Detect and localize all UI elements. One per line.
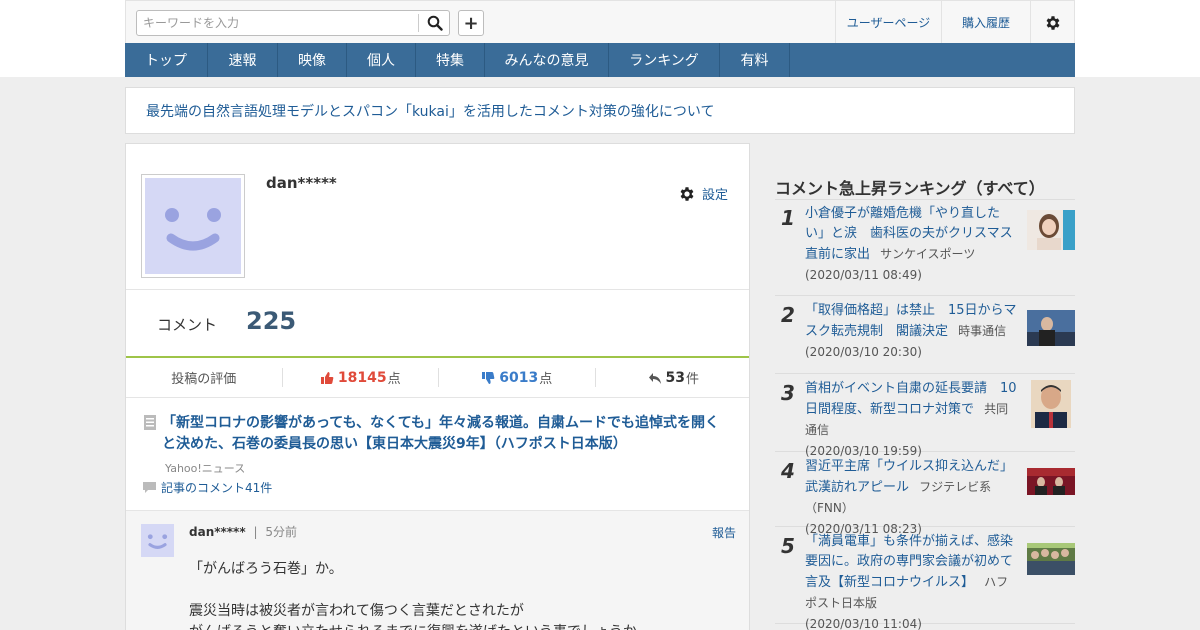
ranking-link[interactable]: 「満員電車」も条件が揃えば、感染要因に。政府の専門家会議が初めて言及【新型コロナ… [805, 532, 1019, 630]
article-block: 「新型コロナの影響があっても、なくても」年々減る報道。自粛ムードでも追悼式を開く… [126, 399, 749, 509]
ranking-title: コメント急上昇ランキング（すべて） [775, 179, 1045, 198]
ranking-thumbnail[interactable] [1027, 210, 1075, 250]
ranking-time: (2020/03/11 08:49) [805, 268, 922, 282]
tab-feature[interactable]: 特集 [416, 43, 485, 77]
dislikes-count: 6013 [499, 369, 539, 386]
ranking-thumbnail[interactable] [1027, 543, 1075, 575]
likes-count: 18145 [337, 369, 387, 386]
likes-unit: 点 [387, 372, 401, 387]
notice-banner[interactable]: 最先端の自然言語処理モデルとスパコン「kukai」を活用したコメント対策の強化に… [125, 87, 1075, 134]
rating-stats: 投稿の評価 18145 点 6013 点 53 件 [126, 358, 750, 398]
ranking-thumbnail[interactable] [1027, 310, 1075, 346]
rank-number: 3 [781, 381, 795, 405]
comment-line: 震災当時は被災者が言われて傷つく言葉だとされたが [189, 603, 524, 619]
avatar [141, 174, 245, 278]
tab-paid[interactable]: 有料 [720, 43, 790, 77]
ranking-link[interactable]: 「取得価格超」は禁止 15日からマスク転売規制 閣議決定 時事通信 (2020/… [805, 301, 1019, 362]
ranking-thumbnail[interactable] [1031, 380, 1071, 428]
ranking-headline: 「満員電車」も条件が揃えば、感染要因に。政府の専門家会議が初めて言及【新型コロナ… [805, 534, 1014, 590]
comment-username[interactable]: dan***** [189, 525, 246, 539]
tab-breaking[interactable]: 速報 [208, 43, 278, 77]
purchase-history-link[interactable]: 購入履歴 [941, 1, 1030, 44]
dislikes-unit: 点 [539, 372, 553, 387]
comment-bubble-icon [143, 482, 156, 493]
article-comments-label: 記事のコメント41件 [161, 481, 273, 495]
settings-label: 設定 [702, 188, 729, 203]
search-icon [427, 15, 443, 31]
comment-count: 225 [246, 307, 297, 335]
avatar-face-icon [145, 178, 241, 274]
profile-settings-link[interactable]: 設定 [678, 184, 728, 203]
ranking-item[interactable]: 5 「満員電車」も条件が揃えば、感染要因に。政府の専門家会議が初めて言及【新型コ… [775, 528, 1075, 630]
search-input[interactable] [137, 11, 417, 35]
article-comments-link[interactable]: 記事のコメント41件 [142, 479, 272, 496]
reply-icon [648, 372, 661, 384]
search-box [136, 10, 450, 36]
rating-label-cell: 投稿の評価 [126, 358, 282, 397]
replies-unit: 件 [685, 372, 699, 387]
comment-count-label: コメント [157, 316, 218, 334]
comment-item: dan***** | 5分前 報告 「がんばろう石巻」か。 震災当時は被災者が言… [126, 510, 749, 630]
divider [126, 289, 749, 290]
ranking-link[interactable]: 首相がイベント自粛の延長要請 10日間程度、新型コロナ対策で 共同通信 (202… [805, 379, 1019, 461]
gear-icon [1046, 15, 1060, 30]
likes-stat: 18145 点 [283, 358, 439, 397]
rank-number: 5 [781, 534, 795, 558]
ranking-item[interactable]: 3 首相がイベント自粛の延長要請 10日間程度、新型コロナ対策で 共同通信 (2… [775, 375, 1075, 458]
profile-panel: dan***** 設定 コメント 225 投稿の評価 18145 点 6013 … [125, 143, 750, 630]
add-button[interactable]: + [458, 10, 484, 36]
comment-time: 5分前 [265, 525, 297, 539]
site-header: + ユーザーページ 購入履歴 [125, 0, 1075, 44]
dislikes-stat: 6013 点 [439, 358, 595, 397]
comment-line: 「がんばろう石巻」か。 [189, 561, 343, 577]
comment-line: がんばろうと奮い立たせられるまでに復興を遂げたという事でしょうか [189, 622, 637, 630]
search-button[interactable] [421, 11, 449, 35]
ranking-item[interactable]: 4 習近平主席「ウイルス抑え込んだ」 武漢訪れアピール フジテレビ系（FNN） … [775, 453, 1075, 536]
rank-number: 4 [781, 459, 795, 483]
comment-meta: dan***** | 5分前 [189, 523, 297, 540]
ranking-time: (2020/03/10 11:04) [805, 617, 922, 630]
article-title-link[interactable]: 「新型コロナの影響があっても、なくても」年々減る報道。自粛ムードでも追悼式を開く… [162, 413, 732, 455]
report-link[interactable]: 報告 [712, 524, 736, 541]
tab-top[interactable]: トップ [125, 43, 208, 77]
document-icon [144, 415, 156, 430]
article-source: Yahoo!ニュース [165, 462, 246, 475]
tab-personal[interactable]: 個人 [347, 43, 416, 77]
thumbs-up-icon [320, 371, 334, 384]
replies-count: 53 [665, 369, 685, 386]
notice-link[interactable]: 最先端の自然言語処理モデルとスパコン「kukai」を活用したコメント対策の強化に… [146, 101, 714, 121]
rank-number: 2 [781, 303, 795, 327]
main-nav: トップ 速報 映像 個人 特集 みんなの意見 ランキング 有料 [125, 43, 1075, 77]
avatar [141, 524, 174, 557]
ranking-source: 時事通信 [958, 324, 1007, 338]
ranking-link[interactable]: 習近平主席「ウイルス抑え込んだ」 武漢訪れアピール フジテレビ系（FNN） (2… [805, 457, 1020, 539]
ranking-source: サンケイスポーツ [880, 247, 976, 261]
ranking-link[interactable]: 小倉優子が離婚危機「やり直したい」と涙 歯科医の夫がクリスマス直前に家出 サンケ… [805, 204, 1019, 285]
replies-stat: 53 件 [596, 358, 750, 397]
search-divider [418, 14, 419, 32]
ranking-thumbnail[interactable] [1027, 468, 1075, 495]
comment-body: 「がんばろう石巻」か。 震災当時は被災者が言われて傷つく言葉だとされたが がんば… [189, 559, 637, 630]
tab-video[interactable]: 映像 [278, 43, 347, 77]
tab-opinions[interactable]: みんなの意見 [485, 43, 609, 77]
ranking-item[interactable]: 2 「取得価格超」は禁止 15日からマスク転売規制 閣議決定 時事通信 (202… [775, 297, 1075, 374]
gear-icon [680, 186, 694, 201]
ranking-item[interactable]: 1 小倉優子が離婚危機「やり直したい」と涙 歯科医の夫がクリスマス直前に家出 サ… [775, 200, 1075, 296]
meta-separator: | [253, 525, 258, 539]
rank-number: 1 [781, 206, 795, 230]
ranking-time: (2020/03/10 20:30) [805, 345, 922, 359]
profile-username: dan***** [266, 174, 337, 192]
settings-button[interactable] [1030, 1, 1075, 44]
thumbs-down-icon [482, 371, 495, 384]
user-page-link[interactable]: ユーザーページ [835, 1, 941, 44]
tab-ranking[interactable]: ランキング [609, 43, 720, 77]
rating-label: 投稿の評価 [171, 372, 237, 387]
